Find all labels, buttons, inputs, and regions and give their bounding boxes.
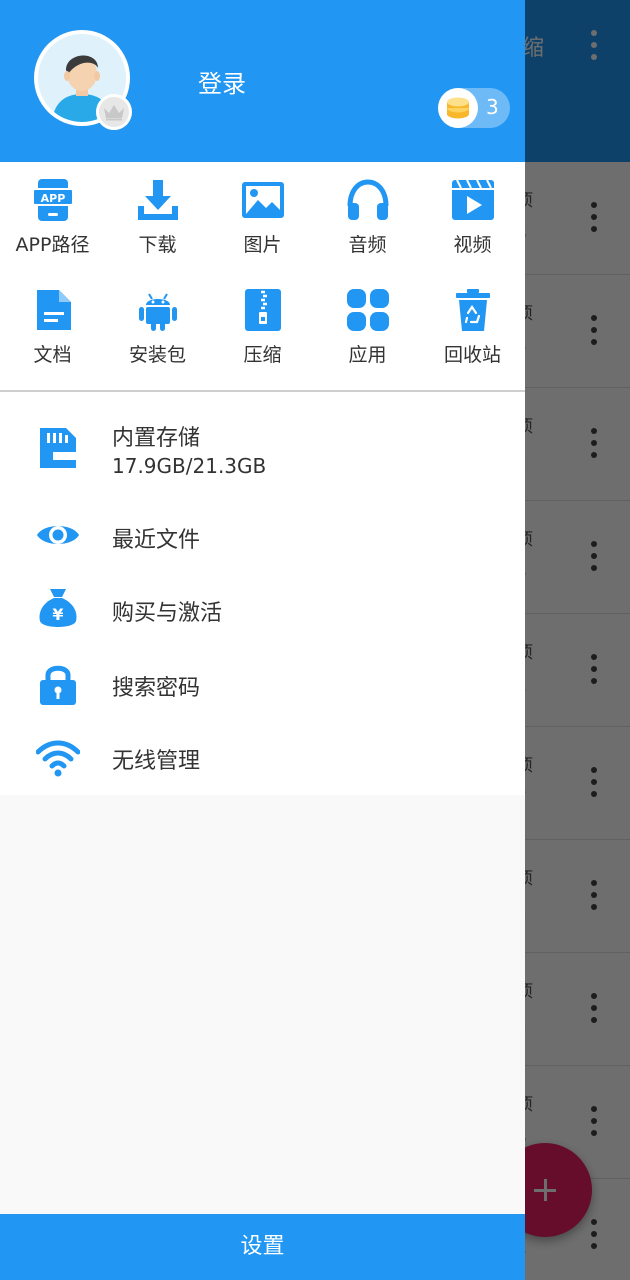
menu-item-label: 最近文件: [112, 528, 201, 553]
settings-button[interactable]: 设置: [0, 1214, 525, 1280]
grid-item-label: 图片: [243, 234, 282, 256]
menu-item-label: 无线管理: [112, 749, 201, 774]
svg-text:APP: APP: [41, 192, 66, 205]
grid-item-download[interactable]: 下载: [105, 162, 210, 272]
grid-item-video[interactable]: 视频: [420, 162, 525, 272]
drawer-menu: 内置存储 17.9GB/21.3GB 最近文件 ¥ 购买与激活 搜索密码 无线管…: [0, 392, 525, 795]
grid-item-label: 压缩: [243, 344, 282, 366]
zip-icon: [245, 289, 281, 331]
video-icon: [452, 179, 494, 220]
grid-item-label: 文档: [33, 344, 72, 366]
grid-item-recycle-bin[interactable]: 回收站: [420, 272, 525, 382]
coin-stack-icon: [447, 97, 469, 119]
wifi-icon: [36, 740, 80, 777]
menu-item-label: 内置存储: [112, 426, 201, 451]
headphones-icon: [347, 179, 389, 220]
sd-card-icon: [40, 428, 76, 468]
category-grid: APP APP路径 下载 图片 音频 视频 文档 安装包 压缩 应用 回收站: [0, 162, 525, 390]
menu-item-purchase-activate[interactable]: ¥ 购买与激活: [0, 572, 525, 647]
document-icon: [37, 290, 71, 330]
menu-item-search-password[interactable]: 搜索密码: [0, 647, 525, 721]
coin-count: 3: [486, 95, 499, 119]
navigation-drawer: 登录 3 APP APP路径 下载 图片 音频 视频 文档 安装包 压缩 应用 …: [0, 0, 525, 1280]
drawer-header: 登录 3: [0, 0, 525, 162]
grid-item-label: 应用: [348, 344, 387, 366]
grid-item-label: 音频: [348, 234, 387, 256]
image-icon: [242, 182, 284, 218]
grid-item-label: 下载: [138, 234, 177, 256]
app-path-icon: APP: [32, 179, 74, 221]
android-icon: [139, 293, 177, 331]
download-icon: [138, 180, 178, 220]
money-bag-icon: ¥: [39, 589, 77, 627]
grid-item-apk[interactable]: 安装包: [105, 272, 210, 382]
grid-item-label: 回收站: [443, 344, 501, 366]
eye-icon: [37, 526, 79, 544]
menu-item-wireless[interactable]: 无线管理: [0, 721, 525, 795]
vip-crown-badge: [96, 94, 132, 130]
grid-item-label: APP路径: [15, 234, 90, 256]
grid-item-images[interactable]: 图片: [210, 162, 315, 272]
svg-text:¥: ¥: [52, 605, 63, 624]
apps-icon: [347, 289, 389, 331]
login-link[interactable]: 登录: [198, 64, 246, 99]
menu-item-internal-storage[interactable]: 内置存储 17.9GB/21.3GB: [0, 392, 525, 498]
grid-item-apps[interactable]: 应用: [315, 272, 420, 382]
grid-item-archives[interactable]: 压缩: [210, 272, 315, 382]
grid-item-documents[interactable]: 文档: [0, 272, 105, 382]
grid-item-app-path[interactable]: APP APP路径: [0, 162, 105, 272]
crown-icon: [104, 105, 124, 121]
menu-item-recent-files[interactable]: 最近文件: [0, 498, 525, 572]
grid-item-label: 视频: [453, 234, 492, 256]
menu-item-label: 购买与激活: [112, 601, 223, 626]
recycle-bin-icon: [456, 289, 490, 331]
storage-usage: 17.9GB/21.3GB: [112, 454, 267, 478]
grid-item-audio[interactable]: 音频: [315, 162, 420, 272]
grid-item-label: 安装包: [128, 344, 186, 366]
lock-icon: [40, 665, 76, 705]
coin-balance[interactable]: 3: [438, 88, 510, 128]
menu-item-label: 搜索密码: [112, 676, 201, 701]
